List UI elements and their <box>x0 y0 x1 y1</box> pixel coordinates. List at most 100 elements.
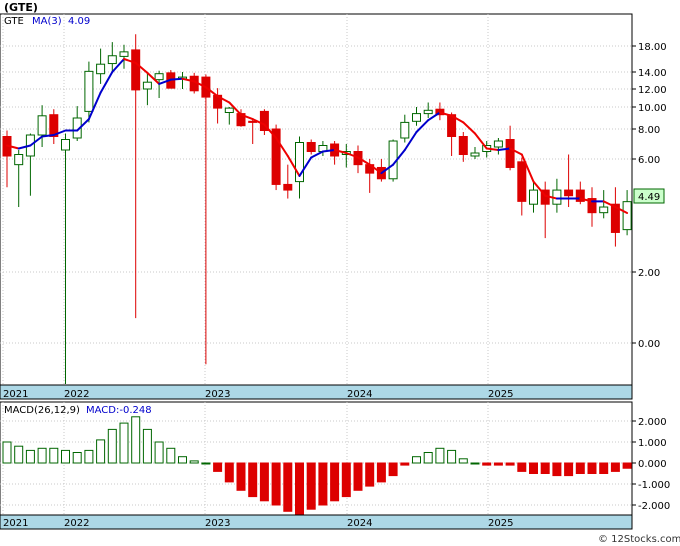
macd-bar-negative <box>622 462 632 469</box>
price-y-tick-label: 10.00 <box>638 103 667 114</box>
macd-year-label: 2025 <box>488 518 513 529</box>
macd-year-band <box>0 514 633 530</box>
macd-bar-negative <box>564 462 574 477</box>
macd-legend-value: MACD:-0.248 <box>86 405 152 416</box>
macd-bar-negative <box>330 462 340 502</box>
price-y-tick-label: 8.00 <box>638 125 660 136</box>
macd-panel: 2021 2022 2023 2024 2025 2.000 1.000 0.000 -1.0… <box>0 401 670 530</box>
macd-bar-positive <box>435 447 445 464</box>
macd-bar-positive <box>201 462 211 465</box>
macd-bar-negative <box>271 462 281 506</box>
macd-bar-negative <box>295 462 304 516</box>
macd-bar-negative <box>529 462 538 474</box>
price-y-tick-label: 0.00 <box>638 339 660 350</box>
macd-bar-positive <box>107 428 117 464</box>
legend-ticker: GTE <box>4 16 24 27</box>
macd-bar-negative <box>236 462 246 491</box>
macd-bar-negative <box>224 462 234 483</box>
macd-bar-positive <box>412 456 421 464</box>
macd-bar-negative <box>318 462 328 506</box>
candle-up <box>599 206 609 214</box>
candle-up <box>423 109 433 115</box>
price-year-band <box>0 384 633 400</box>
macd-bar-negative <box>365 462 375 487</box>
macd-bar-negative <box>482 462 492 466</box>
candle-up <box>622 201 632 231</box>
price-panel: 2021 2022 2023 2024 2025 18.00 14.00 12.00 10.0… <box>0 13 667 400</box>
macd-bar-positive <box>131 416 141 464</box>
macd-bar-positive <box>447 449 457 464</box>
macd-bar-positive <box>458 458 468 464</box>
stock-chart: (GTE) 2021 2022 2023 2024 2025 18.00 14.00 12.… <box>0 0 680 546</box>
macd-legend-label: MACD(26,12,9) <box>4 405 80 416</box>
macd-year-label: 2021 <box>3 518 28 529</box>
macd-bar-negative <box>493 462 503 466</box>
macd-bar-negative <box>587 462 597 474</box>
macd-bar-negative <box>575 462 585 474</box>
candle-up <box>107 55 117 65</box>
macd-bar-positive <box>470 462 480 465</box>
macd-bar-positive <box>14 445 24 464</box>
candle-up <box>470 152 480 157</box>
candle-up <box>96 63 106 75</box>
candle-up <box>14 154 24 166</box>
candle-down <box>458 136 468 155</box>
candle-down <box>131 49 141 91</box>
price-y-tick-label: 6.00 <box>638 155 660 166</box>
candle-up <box>84 70 94 112</box>
price-year-label: 2024 <box>347 389 372 400</box>
candle-up <box>142 81 152 90</box>
macd-bar-negative <box>353 462 363 491</box>
last-price-label: 4.49 <box>638 192 660 203</box>
macd-bar-negative <box>376 462 386 483</box>
macd-bar-negative <box>517 462 527 472</box>
macd-bar-positive <box>49 447 59 464</box>
macd-bar-positive <box>142 428 152 464</box>
macd-bar-negative <box>213 462 223 472</box>
price-year-label: 2021 <box>3 389 28 400</box>
macd-bar-negative <box>306 462 316 510</box>
price-y-tick-label: 2.00 <box>638 268 660 279</box>
copyright-text: © 12Stocks.com <box>598 534 680 545</box>
price-y-tick-label: 12.00 <box>638 85 667 96</box>
macd-y-tick-label: -2.000 <box>638 501 670 512</box>
macd-bar-positive <box>72 452 82 464</box>
candle-up <box>412 113 421 122</box>
candle-down <box>306 142 316 152</box>
macd-bar-positive <box>423 452 433 464</box>
macd-bar-negative <box>388 462 398 477</box>
macd-bar-positive <box>25 449 35 464</box>
candle-down <box>517 161 527 202</box>
macd-bar-positive <box>119 422 129 464</box>
price-year-label: 2022 <box>64 389 89 400</box>
macd-bar-positive <box>166 447 176 464</box>
legend-ma-value: 4.09 <box>68 16 90 27</box>
macd-bar-negative <box>248 462 258 498</box>
price-year-label: 2025 <box>488 389 513 400</box>
price-y-tick-label: 18.00 <box>638 42 667 53</box>
macd-bar-negative <box>259 462 269 502</box>
macd-bar-negative <box>400 462 410 466</box>
candle-up <box>61 139 70 151</box>
macd-bar-negative <box>505 462 515 466</box>
candle-down <box>564 189 574 197</box>
macd-bar-positive <box>61 449 70 464</box>
macd-bar-negative <box>552 462 562 477</box>
candle-down <box>283 183 293 191</box>
macd-bar-positive <box>37 447 47 464</box>
candle-up <box>400 121 410 139</box>
macd-bar-positive <box>84 449 94 464</box>
candle-up <box>493 140 503 148</box>
macd-y-tick-label: 2.000 <box>638 417 667 428</box>
macd-bar-negative <box>610 462 620 472</box>
macd-y-tick-label: 1.000 <box>638 438 667 449</box>
macd-y-tick-label: -1.000 <box>638 480 670 491</box>
macd-bar-positive <box>178 456 187 464</box>
price-year-label: 2023 <box>205 389 230 400</box>
macd-bar-negative <box>599 462 609 474</box>
macd-bar-positive <box>189 460 199 464</box>
macd-bar-positive <box>96 439 106 464</box>
ma-segment <box>169 77 184 81</box>
price-y-tick-label: 14.00 <box>638 68 667 79</box>
macd-bar-negative <box>283 462 293 512</box>
